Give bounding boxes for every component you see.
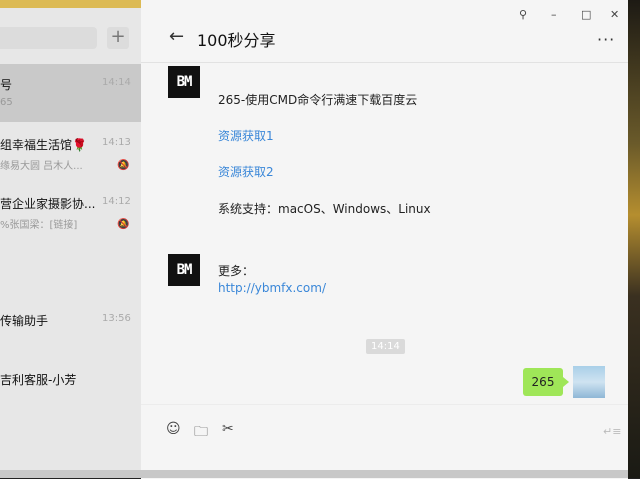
add-chat-button[interactable]: + [107, 27, 129, 49]
time-badge: 14:14 [366, 339, 405, 354]
scissors-icon[interactable]: ✂ [222, 421, 234, 437]
sender-avatar[interactable]: BM [168, 254, 200, 286]
chat-list-sidebar: + 号 65 14:14 组幸福生活馆🌹 缘易大圆 吕木人... 14:13 🔕… [0, 0, 142, 478]
mute-icon: 🔕 [117, 219, 130, 230]
more-label: 更多： [218, 264, 255, 278]
resource-link-1[interactable]: 资源获取1 [218, 127, 274, 144]
chat-header: ← 100秒分享 ··· [141, 0, 628, 63]
resource-link-2[interactable]: 资源获取2 [218, 163, 274, 180]
input-area[interactable]: ☺ 🗀 ✂ ↵≡ [141, 404, 628, 479]
my-message-bubble[interactable]: 265 [523, 368, 563, 396]
top-strip [0, 0, 141, 8]
emoji-icon[interactable]: ☺ [166, 421, 181, 437]
chat-item-1[interactable]: 组幸福生活馆🌹 缘易大圆 吕木人... 14:13 🔕 [0, 124, 141, 182]
mute-icon: 🔕 [117, 160, 130, 171]
bubble-tail [563, 377, 569, 387]
chat-item-0[interactable]: 号 65 14:14 [0, 64, 141, 122]
search-input[interactable] [0, 27, 97, 49]
chat-time: 14:13 [102, 137, 131, 148]
chat-name: 传输助手 [0, 314, 49, 328]
send-icon[interactable]: ↵≡ [603, 425, 621, 438]
chat-name: 号 [0, 78, 13, 92]
website-link[interactable]: http://ybmfx.com/ [218, 281, 326, 295]
folder-icon[interactable]: 🗀 [194, 421, 208, 445]
chat-item-2[interactable]: 营企业家摄影协... %张国梁：[链接] 14:12 🔕 [0, 183, 141, 241]
chat-panel: ⚲ – □ ✕ ← 100秒分享 ··· BM 265-使用CMD命令行满速下载… [141, 0, 628, 479]
message-title: 265-使用CMD命令行满速下载百度云 [218, 93, 418, 107]
bottom-bar [0, 470, 628, 478]
chat-preview: 65 [0, 97, 13, 108]
chat-preview: %张国梁：[链接] [0, 220, 78, 231]
chat-time: 13:56 [102, 313, 131, 324]
chat-preview: 缘易大圆 吕木人... [0, 161, 83, 172]
system-support-text: 系统支持：macOS、Windows、Linux [218, 202, 431, 216]
chat-item-4[interactable]: 吉利客服-小芳 [0, 359, 141, 417]
desktop-background [628, 0, 640, 478]
chat-item-3[interactable]: 传输助手 13:56 [0, 300, 141, 358]
chat-name: 营企业家摄影协... [0, 197, 96, 211]
chat-time: 14:14 [102, 77, 131, 88]
chat-time: 14:12 [102, 196, 131, 207]
my-avatar[interactable] [573, 366, 605, 398]
chat-name: 吉利客服-小芳 [0, 373, 77, 387]
sender-avatar[interactable]: BM [168, 66, 200, 98]
more-options-icon[interactable]: ··· [597, 30, 615, 49]
back-arrow-icon[interactable]: ← [169, 26, 184, 47]
chat-title: 100秒分享 [197, 31, 276, 50]
chat-name: 组幸福生活馆🌹 [0, 138, 87, 152]
